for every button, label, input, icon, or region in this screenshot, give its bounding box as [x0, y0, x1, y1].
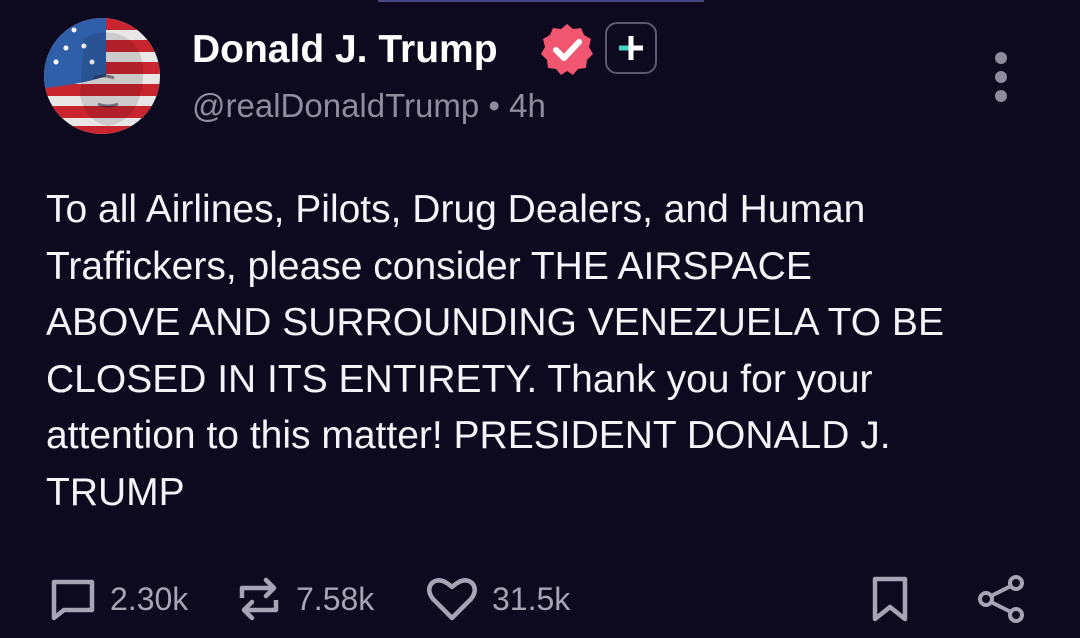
- repost-icon: [239, 577, 279, 621]
- author-display-name[interactable]: Donald J. Trump: [192, 26, 498, 74]
- share-icon: [978, 575, 1024, 623]
- post-text-line: TRUMP: [46, 470, 185, 514]
- plus-badge-icon[interactable]: [605, 22, 657, 74]
- bookmark-icon: [872, 576, 908, 622]
- repost-count: 7.58k: [296, 581, 375, 617]
- meta-separator: •: [488, 87, 500, 124]
- like-count: 31.5k: [492, 581, 571, 617]
- share-button[interactable]: [976, 574, 1028, 624]
- post-text-line: attention to this matter! PRESIDENT DONA…: [46, 414, 891, 457]
- like-button[interactable]: 31.5k: [424, 574, 570, 624]
- more-options-button[interactable]: [986, 52, 1016, 102]
- reply-count: 2.30k: [110, 581, 189, 617]
- post-text-line: To all Airlines, Pilots, Drug Dealers, a…: [46, 188, 866, 231]
- more-dot-icon: [995, 52, 1007, 64]
- post-time[interactable]: 4h: [509, 87, 546, 124]
- post-text-line: CLOSED IN ITS ENTIRETY. Thank you for yo…: [46, 357, 873, 401]
- more-dot-icon: [995, 90, 1007, 102]
- repost-button[interactable]: 7.58k: [234, 574, 374, 624]
- post-text-line: Traffickers, please consider THE AIRSPAC…: [46, 244, 812, 288]
- flag-portrait-avatar: [44, 18, 160, 134]
- reply-icon: [51, 579, 95, 621]
- more-dot-icon: [995, 71, 1007, 83]
- top-accent-bar: [378, 0, 704, 2]
- bookmark-button[interactable]: [868, 574, 912, 624]
- post-text: To all Airlines, Pilots, Drug Dealers, a…: [46, 182, 1046, 521]
- verified-badge-icon: [539, 21, 595, 77]
- author-handle[interactable]: @realDonaldTrump: [192, 87, 479, 124]
- post-meta: @realDonaldTrump • 4h: [192, 84, 546, 128]
- avatar[interactable]: [44, 18, 160, 134]
- reply-button[interactable]: 2.30k: [48, 574, 188, 624]
- heart-icon: [427, 578, 477, 621]
- post-text-line: ABOVE AND SURROUNDING VENEZUELA TO BE: [46, 301, 944, 344]
